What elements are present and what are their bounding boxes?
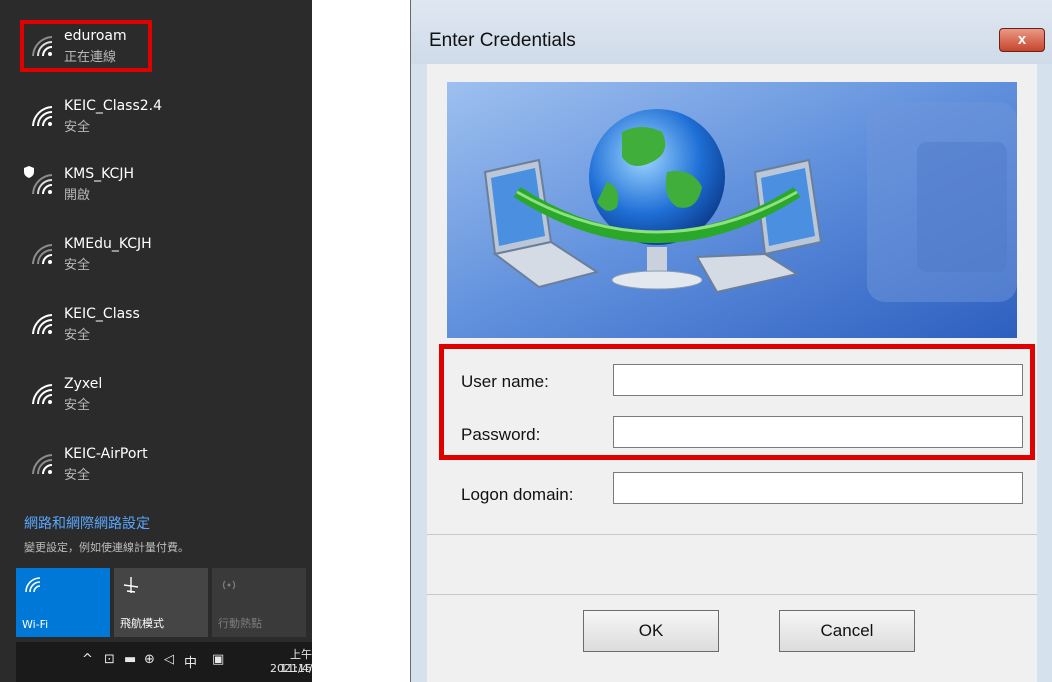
hotspot-icon <box>222 580 236 590</box>
network-name: KMS_KCJH <box>64 166 134 182</box>
cancel-button[interactable]: Cancel <box>779 610 915 652</box>
dialog-frame-right <box>1037 64 1052 682</box>
close-icon: x <box>1017 31 1027 48</box>
network-name: KEIC_Class2.4 <box>64 98 163 114</box>
network-name: KEIC_Class <box>64 306 140 322</box>
network-banner-image <box>447 82 1017 338</box>
enter-credentials-dialog: Enter Credentials x User name: Password:… <box>410 0 1052 682</box>
network-item-keic-class2-4[interactable]: KEIC_Class2.4 安全 <box>0 92 312 156</box>
network-status: 安全 <box>64 120 91 135</box>
network-name: KMEdu_KCJH <box>64 236 152 252</box>
dialog-title: Enter Credentials <box>429 30 576 51</box>
input-method-icon[interactable]: ▣ <box>212 652 224 667</box>
wifi-signal-icon <box>32 106 53 127</box>
network-globe-icon[interactable]: ⊕ <box>144 652 155 667</box>
network-settings-description: 變更設定，例如使連線計量付費。 <box>24 541 189 554</box>
close-button[interactable]: x <box>999 28 1045 52</box>
separator <box>427 594 1037 595</box>
password-input[interactable] <box>613 416 1023 448</box>
wifi-signal-icon <box>32 174 53 195</box>
wifi-icon <box>25 577 41 593</box>
network-item-kmedu-kcjh[interactable]: KMEdu_KCJH 安全 <box>0 230 312 294</box>
separator <box>427 534 1037 535</box>
usb-icon[interactable]: ⊡ <box>104 652 115 667</box>
ime-indicator[interactable]: 中 <box>184 652 197 671</box>
airplane-tile-label: 飛航模式 <box>120 617 164 630</box>
logon-domain-label: Logon domain: <box>461 485 574 504</box>
wifi-signal-icon <box>32 244 53 265</box>
dialog-titlebar[interactable]: Enter Credentials x <box>411 0 1052 64</box>
password-label: Password: <box>461 425 541 444</box>
wifi-signal-icon <box>32 454 53 475</box>
network-status: 安全 <box>64 258 91 273</box>
wifi-toggle-tile[interactable]: Wi-Fi <box>16 568 110 637</box>
battery-icon[interactable]: ▬ <box>124 652 136 667</box>
network-status: 開啟 <box>64 188 91 203</box>
taskbar: ^ ⊡ ▬ ⊕ ◁ 中 ▣ 上午 11:15 2021/4/9 <box>16 642 319 682</box>
show-hidden-icons-chevron[interactable]: ^ <box>82 652 93 667</box>
network-item-kms-kcjh[interactable]: KMS_KCJH 開啟 <box>0 160 312 224</box>
wifi-signal-icon <box>32 314 53 335</box>
ok-button[interactable]: OK <box>583 610 719 652</box>
network-name: Zyxel <box>64 376 103 392</box>
network-item-keic-airport[interactable]: KEIC-AirPort 安全 <box>0 440 312 504</box>
volume-icon[interactable]: ◁ <box>164 652 174 667</box>
globe-laptops-illustration <box>447 82 1017 338</box>
network-status: 安全 <box>64 468 91 483</box>
dialog-body: User name: Password: Logon domain: OK Ca… <box>427 64 1037 682</box>
wifi-tile-label: Wi-Fi <box>22 618 49 631</box>
mobile-hotspot-tile[interactable]: 行動熱點 <box>212 568 306 637</box>
network-name: KEIC-AirPort <box>64 446 148 462</box>
airplane-icon <box>123 577 139 593</box>
logon-domain-input[interactable] <box>613 472 1023 504</box>
eduroam-highlight-box <box>20 20 152 72</box>
airplane-mode-tile[interactable]: 飛航模式 <box>114 568 208 637</box>
network-item-zyxel[interactable]: Zyxel 安全 <box>0 370 312 434</box>
dialog-frame-left <box>411 64 427 682</box>
network-flyout: eduroam 正在連線 KEIC_Class2.4 安全 KMS_KCJH 開… <box>0 0 319 682</box>
network-item-keic-class[interactable]: KEIC_Class 安全 <box>0 300 312 364</box>
username-label: User name: <box>461 372 549 391</box>
wifi-signal-icon <box>32 384 53 405</box>
gap-spacer <box>312 0 410 682</box>
network-status: 安全 <box>64 398 91 413</box>
network-status: 安全 <box>64 328 91 343</box>
hotspot-tile-label: 行動熱點 <box>218 617 262 630</box>
username-input[interactable] <box>613 364 1023 396</box>
network-settings-link[interactable]: 網路和網際網路設定 <box>24 513 150 533</box>
